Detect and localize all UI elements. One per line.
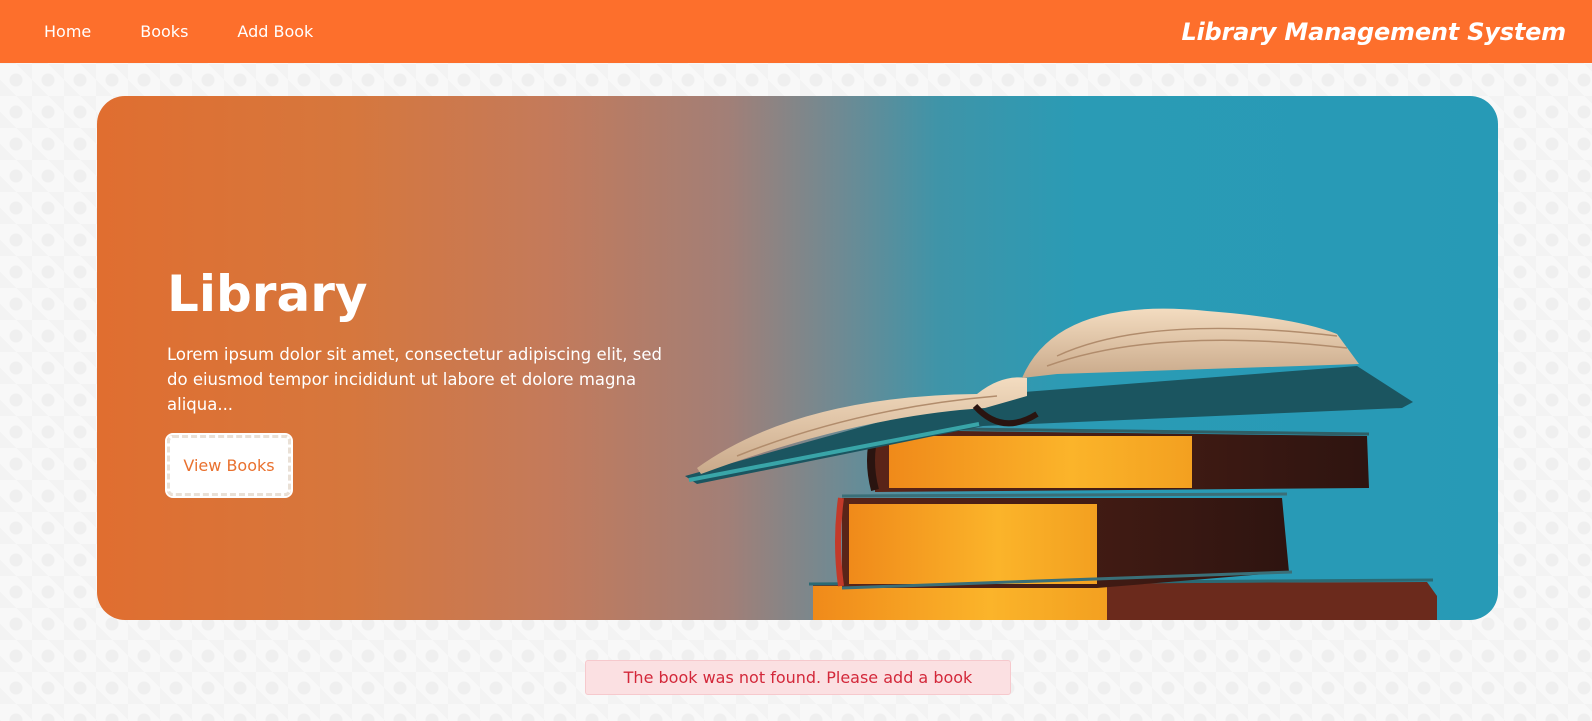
nav-link-home[interactable]: Home: [44, 22, 91, 41]
nav-link-books[interactable]: Books: [140, 22, 188, 41]
view-books-button[interactable]: View Books: [165, 433, 293, 498]
hero-content: Library Lorem ipsum dolor sit amet, cons…: [165, 264, 687, 498]
not-found-alert: The book was not found. Please add a boo…: [585, 660, 1011, 695]
top-navbar: Home Books Add Book Library Management S…: [0, 0, 1592, 63]
nav-links: Home Books Add Book: [44, 22, 362, 41]
hero-banner: Library Lorem ipsum dolor sit amet, cons…: [97, 96, 1498, 620]
brand-title: Library Management System: [1181, 17, 1566, 46]
hero-description: Lorem ipsum dolor sit amet, consectetur …: [167, 345, 662, 414]
hero-title: Library: [167, 265, 368, 323]
nav-link-add-book[interactable]: Add Book: [237, 22, 313, 41]
